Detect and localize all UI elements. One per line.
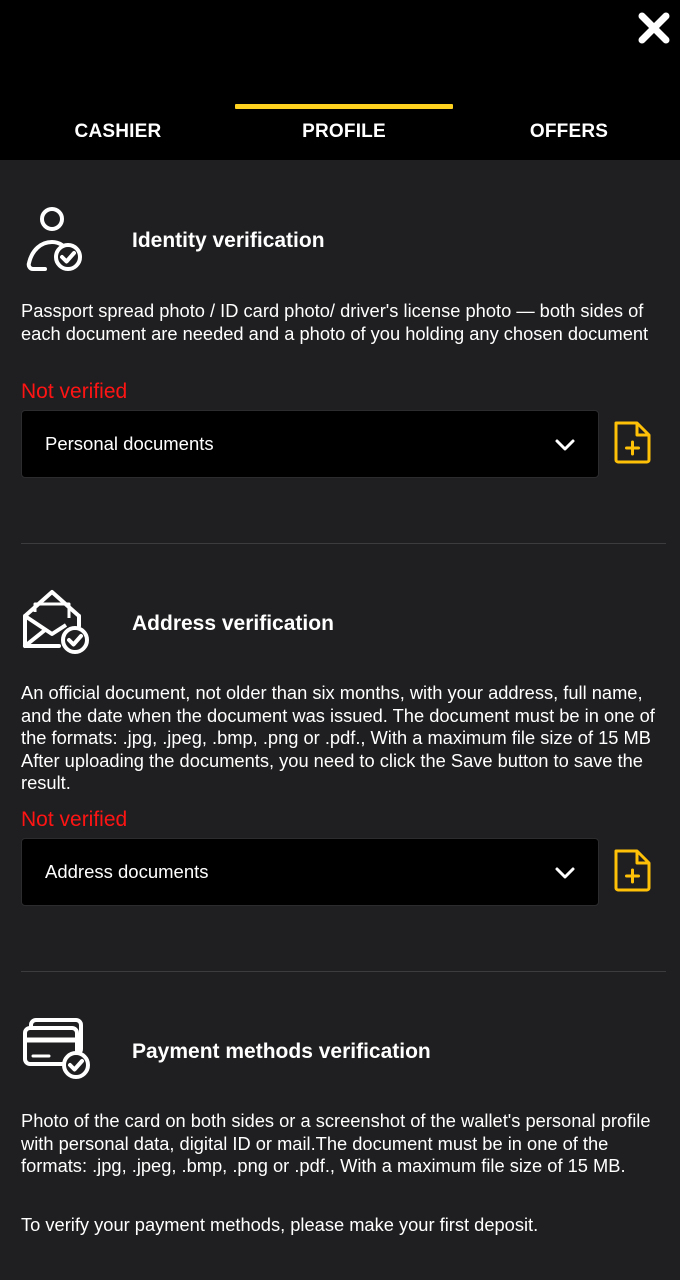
address-description: An official document, not older than six… [21, 682, 655, 793]
file-add-icon [614, 849, 651, 892]
address-verification-section: Address verification An official documen… [21, 588, 666, 908]
address-status: Not verified [21, 808, 128, 831]
tab-offers[interactable]: OFFERS [456, 104, 680, 160]
identity-status: Not verified [21, 380, 128, 403]
chevron-down-icon [555, 439, 575, 451]
address-title: Address verification [132, 612, 334, 635]
payment-section-header: Payment methods verification [21, 1016, 666, 1086]
identity-select-value: Personal documents [45, 433, 214, 454]
tab-bar: CASHIER PROFILE OFFERS [0, 104, 680, 160]
payment-title: Payment methods verification [132, 1040, 431, 1063]
chevron-down-icon [555, 867, 575, 879]
file-add-icon [614, 421, 651, 464]
envelope-check-icon [23, 590, 89, 654]
address-select-value: Address documents [45, 861, 209, 882]
section-divider [21, 971, 666, 972]
identity-description: Passport spread photo / ID card photo/ d… [21, 300, 649, 344]
address-section-header: Address verification [21, 588, 666, 658]
payment-description: Photo of the card on both sides or a scr… [21, 1110, 651, 1176]
address-document-select[interactable]: Address documents [21, 838, 599, 906]
identity-title: Identity verification [132, 229, 325, 252]
identity-verification-section: Identity verification Passport spread ph… [21, 205, 666, 480]
tab-profile[interactable]: PROFILE [231, 104, 457, 160]
identity-upload-button[interactable] [613, 420, 653, 464]
payment-verification-section: Payment methods verification Photo of th… [21, 1016, 666, 1256]
section-divider [21, 543, 666, 544]
identity-document-select[interactable]: Personal documents [21, 410, 599, 478]
address-upload-button[interactable] [613, 848, 653, 892]
payment-deposit-note: To verify your payment methods, please m… [21, 1214, 539, 1235]
user-check-icon [26, 207, 82, 271]
close-button[interactable] [636, 10, 672, 46]
tab-cashier[interactable]: CASHIER [5, 104, 231, 160]
top-bar: CASHIER PROFILE OFFERS [0, 0, 680, 160]
cards-check-icon [23, 1018, 90, 1079]
close-x-icon [638, 12, 670, 44]
identity-section-header: Identity verification [21, 205, 666, 275]
